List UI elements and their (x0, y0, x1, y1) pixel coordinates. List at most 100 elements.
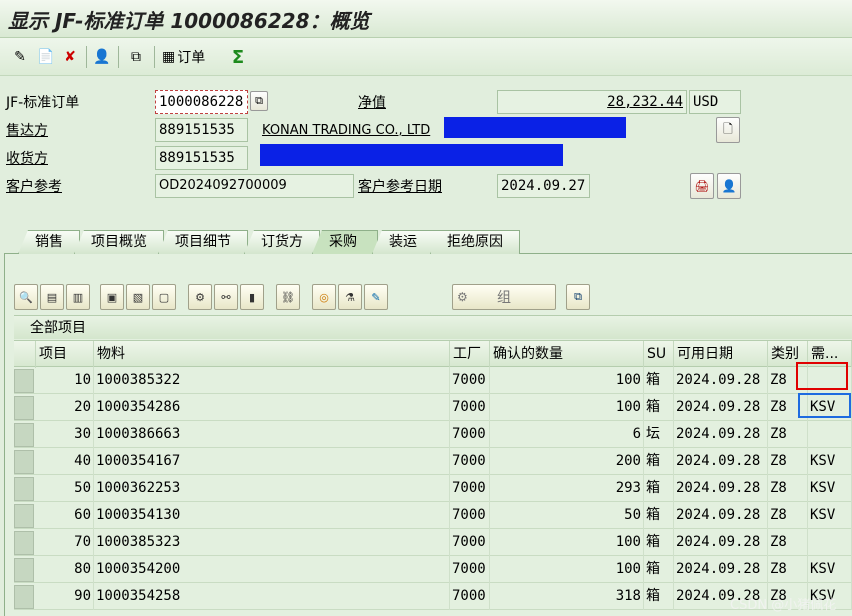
group-button[interactable]: ⚙ 组 (452, 284, 556, 310)
cell-confirmed-qty: 100 (490, 556, 644, 583)
customer-ref-label: 客户参考 (6, 179, 62, 195)
detail-icon[interactable]: 🔍 (14, 284, 38, 310)
order-button[interactable]: ▦ 订单 (162, 46, 205, 68)
cell-avail-date: 2024.09.28 (674, 475, 768, 502)
tab-item-detail[interactable]: 项目细节 (158, 230, 248, 254)
toolbar-separator (86, 46, 87, 68)
row-selector[interactable] (14, 369, 34, 393)
cell-plant: 7000 (450, 367, 490, 394)
page-title: 显示 JF-标准订单 1000086228：概览 (8, 9, 370, 33)
cell-item: 20 (36, 394, 94, 421)
cell-material: 1000354130 (94, 502, 450, 529)
tab-item-overview[interactable]: 项目概览 (74, 230, 164, 254)
create-document-icon[interactable]: 📄 (36, 47, 56, 67)
cell-material: 1000385322 (94, 367, 450, 394)
cell-avail-date: 2024.09.28 (674, 502, 768, 529)
table-row[interactable]: 90 1000354258 7000 318 箱 2024.09.28 Z8 KSV (14, 583, 852, 610)
deselect-all-icon[interactable]: ▢ (152, 284, 176, 310)
flask-icon[interactable]: ⚗ (338, 284, 362, 310)
table-row[interactable]: 10 1000385322 7000 100 箱 2024.09.28 Z8 (14, 367, 852, 394)
sold-to-label: 售达方 (6, 123, 48, 139)
order-type-label: JF-标准订单 (6, 95, 80, 111)
cell-plant: 7000 (450, 394, 490, 421)
column-header-avail-date[interactable]: 可用日期 (674, 341, 768, 368)
tab-ordering-party[interactable]: 订货方 (244, 230, 320, 254)
sold-to-number-field[interactable]: 889151535 (155, 118, 248, 142)
tab-shipping[interactable]: 装运 (372, 230, 442, 254)
column-header-confirmed-qty[interactable]: 确认的数量 (490, 341, 644, 368)
order-number-field[interactable]: 1000086228 (155, 90, 248, 114)
link-icon[interactable]: ⛓ (276, 284, 300, 310)
cell-su: 坛 (644, 421, 674, 448)
cell-item: 60 (36, 502, 94, 529)
row-selector[interactable] (14, 504, 34, 528)
table-row[interactable]: 60 1000354130 7000 50 箱 2024.09.28 Z8 KSV (14, 502, 852, 529)
delete-row-icon[interactable]: ▥ (66, 284, 90, 310)
cell-confirmed-qty: 100 (490, 529, 644, 556)
cell-plant: 7000 (450, 583, 490, 610)
cell-category: Z8 (768, 475, 808, 502)
copy-icon[interactable]: ⧉ (126, 47, 146, 67)
print-icon[interactable]: 🖨 (690, 173, 714, 199)
document-icon[interactable]: 🗋 (716, 117, 740, 143)
cell-confirmed-qty: 100 (490, 394, 644, 421)
delete-icon[interactable]: ✘ (60, 47, 80, 67)
cell-material: 1000354200 (94, 556, 450, 583)
config-icon[interactable]: ⚙ (188, 284, 212, 310)
row-selector[interactable] (14, 558, 34, 582)
cell-item: 50 (36, 475, 94, 502)
table-row[interactable]: 70 1000385323 7000 100 箱 2024.09.28 Z8 (14, 529, 852, 556)
column-header-su[interactable]: SU (644, 341, 674, 368)
table-row[interactable]: 40 1000354167 7000 200 箱 2024.09.28 Z8 KSV (14, 448, 852, 475)
bar-chart-icon[interactable]: ▮ (240, 284, 264, 310)
column-header-item[interactable]: 项目 (36, 341, 94, 368)
row-selector[interactable] (14, 477, 34, 501)
cell-item: 30 (36, 421, 94, 448)
tab-procurement[interactable]: 采购 (312, 230, 378, 254)
select-all-icon[interactable]: ▣ (100, 284, 124, 310)
table-row[interactable]: 50 1000362253 7000 293 箱 2024.09.28 Z8 KSV (14, 475, 852, 502)
pricing-icon[interactable]: ◎ (312, 284, 336, 310)
partner-icon[interactable]: 👤 (92, 47, 112, 67)
row-selector[interactable] (14, 396, 34, 420)
row-selector[interactable] (14, 423, 34, 447)
grid-title: 全部项目 (14, 315, 852, 339)
edit-icon[interactable]: ✎ (364, 284, 388, 310)
customer-ref-date-field[interactable]: 2024.09.27 (497, 174, 590, 198)
table-row[interactable]: 20 1000354286 7000 100 箱 2024.09.28 Z8 KSV (14, 394, 852, 421)
table-row[interactable]: 80 1000354200 7000 100 箱 2024.09.28 Z8 KSV (14, 556, 852, 583)
column-header-plant[interactable]: 工厂 (450, 341, 490, 368)
cell-avail-date: 2024.09.28 (674, 448, 768, 475)
tab-rejection-reason[interactable]: 拒绝原因 (430, 230, 520, 254)
row-selector[interactable] (14, 450, 34, 474)
row-selector[interactable] (14, 531, 34, 555)
copy-icon[interactable]: ⧉ (250, 91, 268, 111)
select-block-icon[interactable]: ▧ (126, 284, 150, 310)
select-all-header[interactable] (14, 341, 36, 368)
binoculars-icon[interactable]: ⚯ (214, 284, 238, 310)
cell-su: 箱 (644, 475, 674, 502)
net-value: 28,232.44 (607, 94, 683, 110)
row-selector[interactable] (14, 585, 34, 609)
cell-req: KSV (808, 502, 852, 529)
cell-su: 箱 (644, 394, 674, 421)
ship-to-number-field[interactable]: 889151535 (155, 146, 248, 170)
customer-ref-field[interactable]: OD2024092700009 (155, 174, 354, 198)
user-lock-icon[interactable]: 👤 (717, 173, 741, 199)
group-label: 组 (497, 290, 511, 306)
currency-field: USD (689, 90, 741, 114)
title-bar: 显示 JF-标准订单 1000086228：概览 (0, 0, 852, 38)
insert-row-icon[interactable]: ▤ (40, 284, 64, 310)
sum-icon[interactable]: Σ (228, 47, 248, 68)
cell-item: 10 (36, 367, 94, 394)
cell-plant: 7000 (450, 475, 490, 502)
tab-sales[interactable]: 销售 (18, 230, 80, 254)
table-row[interactable]: 30 1000386663 7000 6 坛 2024.09.28 Z8 (14, 421, 852, 448)
hierarchy-icon[interactable]: ⧉ (566, 284, 590, 310)
cell-category: Z8 (768, 421, 808, 448)
cell-plant: 7000 (450, 448, 490, 475)
cell-category: Z8 (768, 556, 808, 583)
column-header-material[interactable]: 物料 (94, 341, 450, 368)
cell-item: 80 (36, 556, 94, 583)
display-change-icon[interactable]: ✎ (10, 47, 30, 67)
